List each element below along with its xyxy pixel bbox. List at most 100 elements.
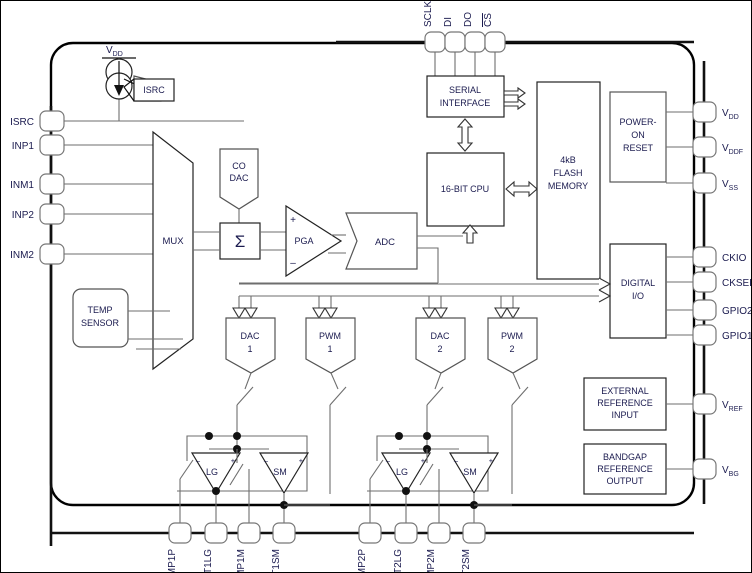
block-cpu[interactable]: 16-BIT CPU <box>426 152 505 227</box>
block-external-reference-input[interactable]: EXTERNAL REFERENCE INPUT <box>583 377 693 431</box>
pin-out1lg[interactable]: OUT1LG <box>203 522 228 572</box>
pin-pad[interactable] <box>237 522 261 544</box>
junction-dot <box>395 432 403 440</box>
pin-pad[interactable] <box>692 172 717 194</box>
adc-label: ADC <box>375 237 395 248</box>
pin-pad[interactable] <box>39 110 65 132</box>
block-flash-memory[interactable]: 4kB FLASH MEMORY <box>536 81 601 280</box>
block-serial-interface[interactable]: SERIAL INTERFACE <box>426 75 505 118</box>
pin-amp1m[interactable]: AMP1M <box>236 522 261 572</box>
pin-pad[interactable] <box>39 173 65 195</box>
pin-pad[interactable] <box>692 136 717 158</box>
bus-arrow-upper <box>598 277 612 291</box>
pin-pad[interactable] <box>168 522 192 544</box>
pin-cs[interactable]: CS <box>483 13 506 76</box>
pin-pad[interactable] <box>692 246 717 268</box>
pin-pad[interactable] <box>462 522 486 544</box>
co-dac-line2: DAC <box>229 173 249 183</box>
pin-label: OUT1LG <box>203 549 214 572</box>
pin-pad[interactable] <box>39 243 65 265</box>
pin-pad[interactable] <box>692 299 717 321</box>
pin-label: INP1 <box>12 141 35 152</box>
extref-line1: EXTERNAL <box>601 386 649 396</box>
block-bandgap-reference-output[interactable]: BANDGAP REFERENCE OUTPUT <box>583 443 693 495</box>
pin-inp1[interactable]: INP1 <box>12 134 153 156</box>
block-arrow <box>456 118 474 152</box>
arrowhead-dac2 <box>422 307 436 320</box>
block-pwm1[interactable]: PWM 1 <box>305 317 356 374</box>
amp1-sm-label: SM <box>273 467 287 477</box>
pin-pad[interactable] <box>39 134 65 156</box>
pin-vddf[interactable]: VDDF <box>692 136 743 158</box>
pin-label: VBG <box>722 465 739 478</box>
block-mux[interactable]: MUX <box>152 130 194 371</box>
serial-interface-shape[interactable] <box>426 75 505 118</box>
pin-label: SCLK <box>423 1 434 27</box>
pin-label: AMP1P <box>167 549 178 572</box>
pin-vdd-right[interactable]: VDD <box>692 101 739 123</box>
pin-out1sm[interactable]: OUT1SM <box>271 522 296 572</box>
pin-amp2m[interactable]: AMP2M <box>426 522 451 572</box>
pin-cksel[interactable]: CKSEL <box>692 271 751 293</box>
flash-line2: FLASH <box>553 168 582 178</box>
dac1-switch-blade <box>236 386 254 406</box>
pin-pad[interactable] <box>394 522 418 544</box>
pin-pad[interactable] <box>358 522 382 544</box>
pin-label: CS <box>483 13 494 27</box>
pin-pad[interactable] <box>444 31 466 53</box>
pin-pad[interactable] <box>272 522 296 544</box>
block-pga[interactable]: PGA + – <box>285 204 346 278</box>
pin-pad[interactable] <box>692 101 717 123</box>
block-pwm2[interactable]: PWM 2 <box>487 317 538 374</box>
block-power-on-reset[interactable]: POWER- ON RESET <box>609 91 693 184</box>
block-arrow <box>503 97 526 111</box>
pin-out2lg[interactable]: OUT2LG <box>393 522 418 572</box>
pin-ckio[interactable]: CKIO <box>692 246 747 268</box>
temp-sensor-line2: SENSOR <box>81 318 120 328</box>
arrow-serial-cpu-bidirectional <box>456 118 474 152</box>
pin-do[interactable]: DO <box>463 12 486 76</box>
pin-out2sm[interactable]: OUT2SM <box>461 522 486 572</box>
pin-sclk[interactable]: SCLK <box>423 1 446 76</box>
pin-vref[interactable]: VREF <box>692 393 743 415</box>
pin-di[interactable]: DI <box>443 17 466 76</box>
block-summer[interactable]: Σ <box>193 222 286 260</box>
block-arrow <box>505 180 538 198</box>
pin-pad[interactable] <box>204 522 228 544</box>
pin-inm2[interactable]: INM2 <box>10 243 169 265</box>
block-dac2[interactable]: DAC 2 <box>415 317 466 374</box>
por-line2: ON <box>631 130 645 140</box>
block-dac1[interactable]: DAC 1 <box>225 317 276 374</box>
mux-shape[interactable] <box>152 130 194 371</box>
pin-amp2p[interactable]: AMP2P <box>357 522 382 572</box>
pin-label: VDDF <box>722 143 743 156</box>
control-bus-network <box>232 282 520 320</box>
pin-amp1p[interactable]: AMP1P <box>167 522 192 572</box>
pin-vss[interactable]: VSS <box>692 172 738 194</box>
isrc-callout-label: ISRC <box>143 85 165 95</box>
pin-inm1[interactable]: INM1 <box>10 173 160 195</box>
pin-inp2[interactable]: INP2 <box>12 203 164 225</box>
pin-pad[interactable] <box>39 203 65 225</box>
pin-pad[interactable] <box>692 393 717 415</box>
arrow-serial-to-flash-2 <box>503 97 526 111</box>
amp2-lg-plus: + <box>421 456 426 465</box>
pin-pad[interactable] <box>692 458 717 480</box>
block-digital-io[interactable]: DIGITAL I/O <box>609 243 693 339</box>
co-dac-line1: CO <box>232 161 246 171</box>
block-co-dac[interactable]: CO DAC <box>219 148 259 223</box>
pin-pad[interactable] <box>427 522 451 544</box>
pin-vbg[interactable]: VBG <box>692 458 739 480</box>
serial-interface-line2: INTERFACE <box>440 98 491 108</box>
pin-label: INM1 <box>10 180 34 191</box>
pin-pad[interactable] <box>692 271 717 293</box>
pin-gpio1[interactable]: GPIO1 <box>692 324 751 346</box>
amp2-sm-label: SM <box>463 467 477 477</box>
amp1-lg-plus: + <box>231 456 236 465</box>
pin-pad[interactable] <box>692 324 717 346</box>
dac2-switch-wire-in <box>434 372 442 390</box>
pin-pad[interactable] <box>484 31 506 53</box>
pin-pad[interactable] <box>464 31 486 53</box>
pin-gpio2[interactable]: GPIO2 <box>692 299 751 321</box>
pin-pad[interactable] <box>424 31 446 53</box>
